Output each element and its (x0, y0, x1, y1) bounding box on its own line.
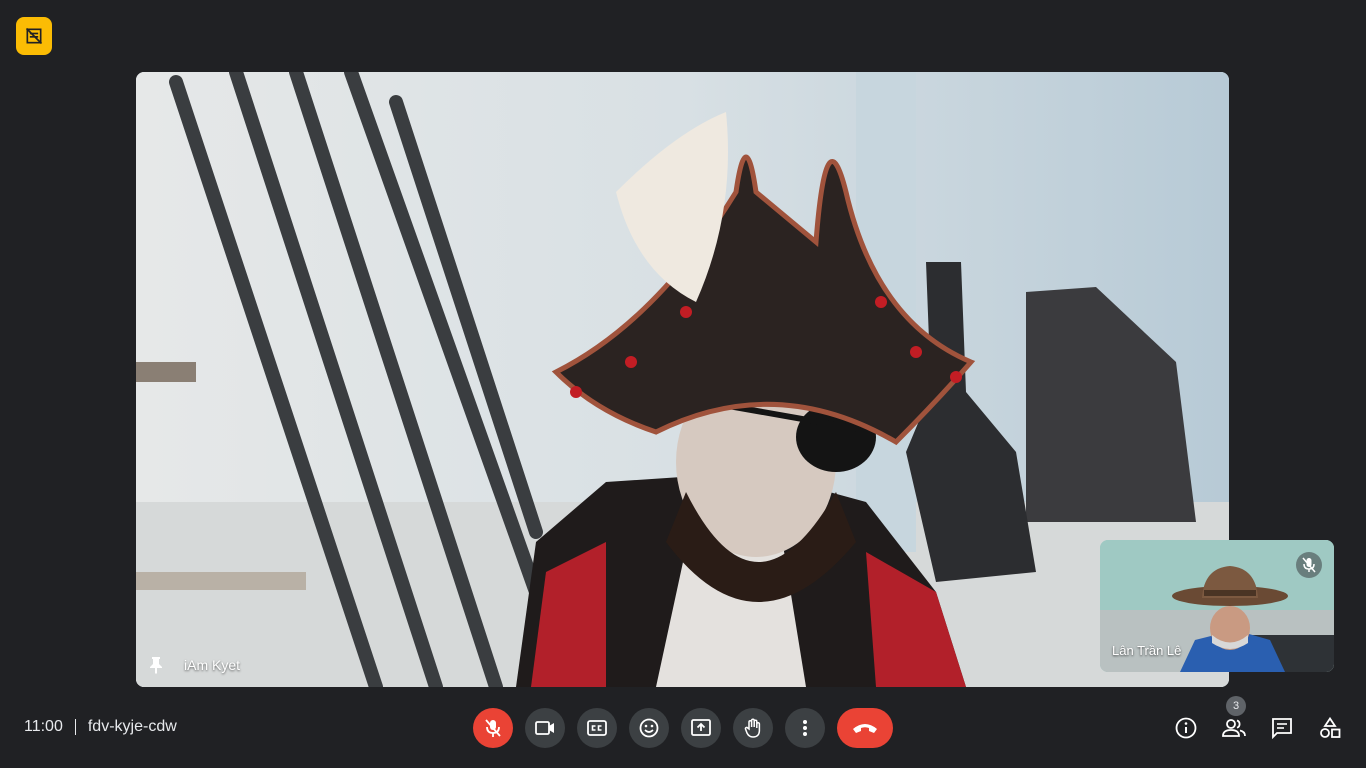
main-participant-name: iAm Kyet (184, 657, 241, 673)
people-icon (1222, 719, 1246, 737)
info-divider (74, 719, 76, 735)
camera-toggle-button[interactable] (525, 708, 565, 748)
self-video-tile[interactable]: Lân Trần Lê (1100, 540, 1334, 672)
reactions-button[interactable] (629, 708, 669, 748)
chat-icon (1272, 718, 1292, 739)
present-screen-icon (691, 719, 711, 736)
meet-window: iAm Kyet Lân Trần Lê 11:00 fdv-kyje-cdw … (0, 0, 1366, 768)
pin-icon[interactable] (146, 655, 166, 675)
main-video-tile[interactable] (136, 72, 1229, 687)
present-button[interactable] (681, 708, 721, 748)
participant-count-badge: 3 (1226, 696, 1246, 716)
meeting-info: 11:00 fdv-kyje-cdw (24, 718, 177, 736)
videocam-icon (535, 721, 554, 735)
hand-icon (744, 718, 761, 738)
closed-caption-icon (587, 720, 607, 736)
more-vert-icon (803, 720, 807, 736)
people-button[interactable]: 3 (1214, 696, 1254, 748)
chat-button[interactable] (1262, 708, 1302, 748)
emoji-icon (639, 718, 659, 738)
no-video-effects-icon (25, 27, 43, 45)
info-icon (1175, 717, 1197, 739)
meeting-code: fdv-kyje-cdw (87, 718, 177, 735)
call-controls (473, 708, 893, 748)
captions-button[interactable] (577, 708, 617, 748)
mic-toggle-button[interactable] (473, 708, 513, 748)
call-end-icon (853, 724, 877, 733)
mic-off-icon (485, 719, 501, 737)
leave-call-button[interactable] (837, 708, 893, 748)
self-mic-off-indicator (1296, 552, 1322, 578)
activities-shapes-icon (1320, 717, 1341, 738)
meeting-details-button[interactable] (1166, 708, 1206, 748)
mic-off-icon (1302, 557, 1316, 573)
activities-button[interactable] (1310, 708, 1350, 748)
side-panel-controls: 3 (1166, 696, 1358, 748)
self-participant-name: Lân Trần Lê (1112, 643, 1182, 658)
raise-hand-button[interactable] (733, 708, 773, 748)
participant-video-frame (136, 72, 1229, 687)
meeting-time: 11:00 (24, 718, 63, 735)
visual-effects-badge[interactable] (16, 17, 52, 55)
more-options-button[interactable] (785, 708, 825, 748)
